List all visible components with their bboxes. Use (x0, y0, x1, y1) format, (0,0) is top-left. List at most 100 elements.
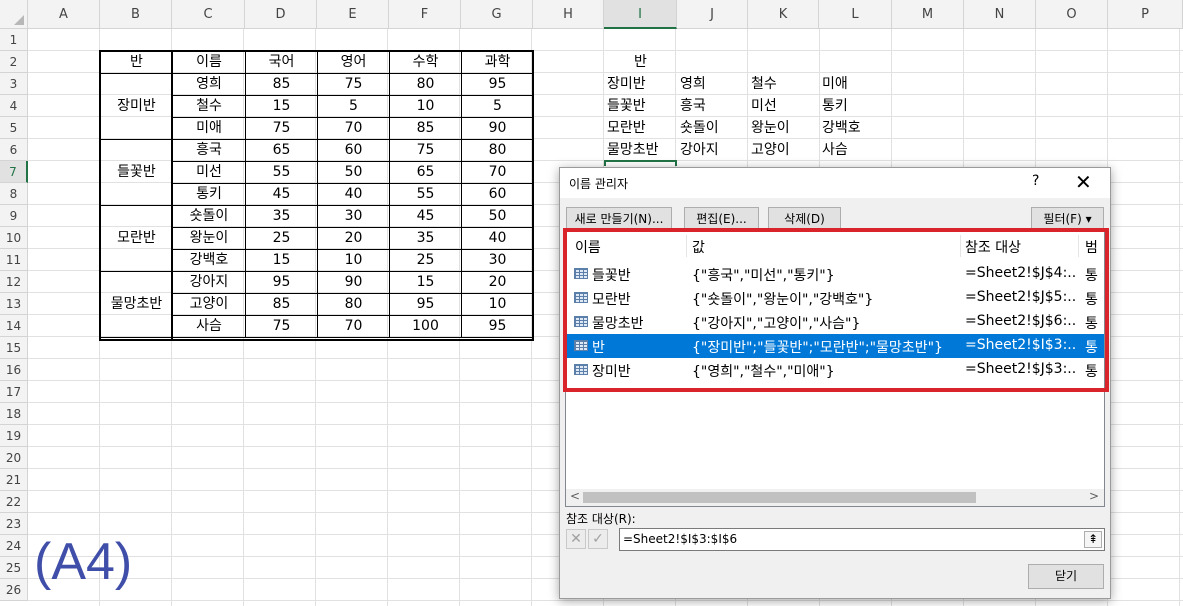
side-table-cell[interactable]: 모란반 (604, 117, 676, 139)
table-cell[interactable]: 25 (389, 249, 462, 272)
row-header[interactable]: 11 (0, 249, 28, 271)
row-header[interactable]: 10 (0, 227, 28, 249)
row-header[interactable]: 18 (0, 403, 28, 425)
list-header-scope[interactable]: 범 (1085, 237, 1098, 257)
table-header-cell[interactable]: 반 (100, 51, 173, 74)
names-list-row[interactable]: 반 {"장미반";"들꽃반";"모란반";"물망초반"} =Sheet2!$I$3:… (566, 334, 1104, 358)
table-cell[interactable]: 5 (317, 95, 390, 118)
table-cell[interactable]: 80 (461, 139, 534, 162)
table-cell[interactable]: 20 (317, 227, 390, 250)
new-button[interactable]: 새로 만들기(N)... (566, 207, 672, 232)
table-cell[interactable]: 75 (317, 73, 390, 96)
delete-button[interactable]: 삭제(D) (768, 207, 841, 232)
side-table-cell[interactable]: 왕눈이 (748, 117, 820, 139)
column-header[interactable]: L (819, 0, 892, 29)
side-table-cell[interactable]: 고양이 (748, 139, 820, 161)
table-cell[interactable]: 75 (389, 139, 462, 162)
table-cell[interactable]: 30 (461, 249, 534, 272)
table-cell[interactable]: 95 (245, 271, 318, 294)
column-header[interactable]: H (533, 0, 604, 29)
row-header[interactable]: 22 (0, 491, 28, 513)
table-cell[interactable]: 5 (461, 95, 534, 118)
close-icon[interactable]: ✕ (1075, 170, 1092, 194)
table-cell[interactable]: 80 (317, 293, 390, 316)
row-header[interactable]: 7 (0, 161, 28, 183)
row-header[interactable]: 5 (0, 117, 28, 139)
row-header[interactable]: 4 (0, 95, 28, 117)
table-cell[interactable]: 65 (389, 161, 462, 184)
row-header[interactable]: 23 (0, 513, 28, 535)
table-cell[interactable]: 90 (461, 117, 534, 140)
row-header[interactable]: 6 (0, 139, 28, 161)
names-list-row[interactable]: 들꽃반 {"흥국","미선","통키"} =Sheet2!$J$4:... 통 (566, 262, 1104, 286)
table-cell[interactable]: 55 (245, 161, 318, 184)
column-header[interactable]: F (389, 0, 461, 29)
names-list-row[interactable]: 모란반 {"숏돌이","왕눈이","강백호"} =Sheet2!$J$5:... 통 (566, 286, 1104, 310)
column-header[interactable]: K (748, 0, 819, 29)
row-header[interactable]: 8 (0, 183, 28, 205)
column-header[interactable]: E (317, 0, 389, 29)
table-cell[interactable]: 50 (317, 161, 390, 184)
table-cell[interactable]: 75 (245, 117, 318, 140)
side-table-cell[interactable]: 들꽃반 (604, 95, 676, 117)
table-cell[interactable]: 70 (317, 117, 390, 140)
row-header[interactable]: 9 (0, 205, 28, 227)
table-cell[interactable]: 40 (317, 183, 390, 206)
table-cell[interactable]: 미선 (172, 161, 246, 184)
row-header[interactable]: 17 (0, 381, 28, 403)
table-cell[interactable]: 통키 (172, 183, 246, 206)
row-header[interactable]: 25 (0, 557, 28, 579)
names-list-row[interactable]: 물망초반 {"강아지","고양이","사슴"} =Sheet2!$J$6:... 통 (566, 310, 1104, 334)
scroll-left-icon[interactable]: < (570, 489, 580, 503)
table-cell[interactable]: 15 (245, 249, 318, 272)
table-cell[interactable]: 60 (317, 139, 390, 162)
list-header-value[interactable]: 값 (692, 237, 705, 257)
list-header-name[interactable]: 이름 (575, 237, 601, 257)
column-header[interactable]: D (245, 0, 317, 29)
table-cell[interactable]: 흥국 (172, 139, 246, 162)
table-cell[interactable]: 60 (461, 183, 534, 206)
filter-button[interactable]: 필터(F) ▾ (1031, 207, 1104, 232)
table-cell[interactable]: 70 (461, 161, 534, 184)
table-header-cell[interactable]: 이름 (172, 51, 246, 74)
row-header[interactable]: 1 (0, 29, 28, 51)
row-header[interactable]: 15 (0, 337, 28, 359)
names-list[interactable]: 이름 값 참조 대상 범 들꽃반 {"흥국","미선","통키"} =Sheet2!… (565, 230, 1105, 507)
side-table-cell[interactable]: 영희 (677, 73, 749, 95)
table-cell[interactable]: 80 (389, 73, 462, 96)
table-cell[interactable]: 70 (317, 315, 390, 338)
side-table-cell[interactable]: 미선 (748, 95, 820, 117)
table-cell[interactable]: 고양이 (172, 293, 246, 316)
column-header[interactable]: N (964, 0, 1036, 29)
table-cell[interactable]: 25 (245, 227, 318, 250)
table-cell[interactable]: 55 (389, 183, 462, 206)
refers-to-input[interactable]: =Sheet2!$I$3:$I$6 ⇞ (619, 528, 1105, 551)
table-cell[interactable]: 90 (317, 271, 390, 294)
column-header[interactable]: I (604, 0, 677, 29)
table-cell[interactable]: 45 (245, 183, 318, 206)
table-cell[interactable]: 미애 (172, 117, 246, 140)
table-cell[interactable]: 95 (461, 73, 534, 96)
row-header[interactable]: 19 (0, 425, 28, 447)
table-header-cell[interactable]: 수학 (389, 51, 462, 74)
side-table-cell[interactable]: 철수 (748, 73, 820, 95)
table-header-cell[interactable]: 국어 (245, 51, 318, 74)
select-all-corner[interactable] (0, 0, 28, 29)
table-cell[interactable]: 강백호 (172, 249, 246, 272)
scroll-right-icon[interactable]: > (1089, 489, 1099, 503)
cancel-edit-icon[interactable]: ✕ (566, 529, 586, 549)
row-header[interactable]: 12 (0, 271, 28, 293)
row-header[interactable]: 20 (0, 447, 28, 469)
group-cell[interactable]: 장미반 (100, 73, 173, 140)
table-cell[interactable]: 30 (317, 205, 390, 228)
table-cell[interactable]: 숏돌이 (172, 205, 246, 228)
column-header[interactable]: G (461, 0, 533, 29)
table-cell[interactable]: 강아지 (172, 271, 246, 294)
table-cell[interactable]: 85 (245, 293, 318, 316)
table-cell[interactable]: 10 (317, 249, 390, 272)
side-table-cell[interactable]: 미애 (819, 73, 891, 95)
row-header[interactable]: 13 (0, 293, 28, 315)
side-table-cell[interactable]: 강아지 (677, 139, 749, 161)
side-table-cell[interactable]: 숏돌이 (677, 117, 749, 139)
horizontal-scrollbar[interactable]: < > (566, 489, 1104, 506)
